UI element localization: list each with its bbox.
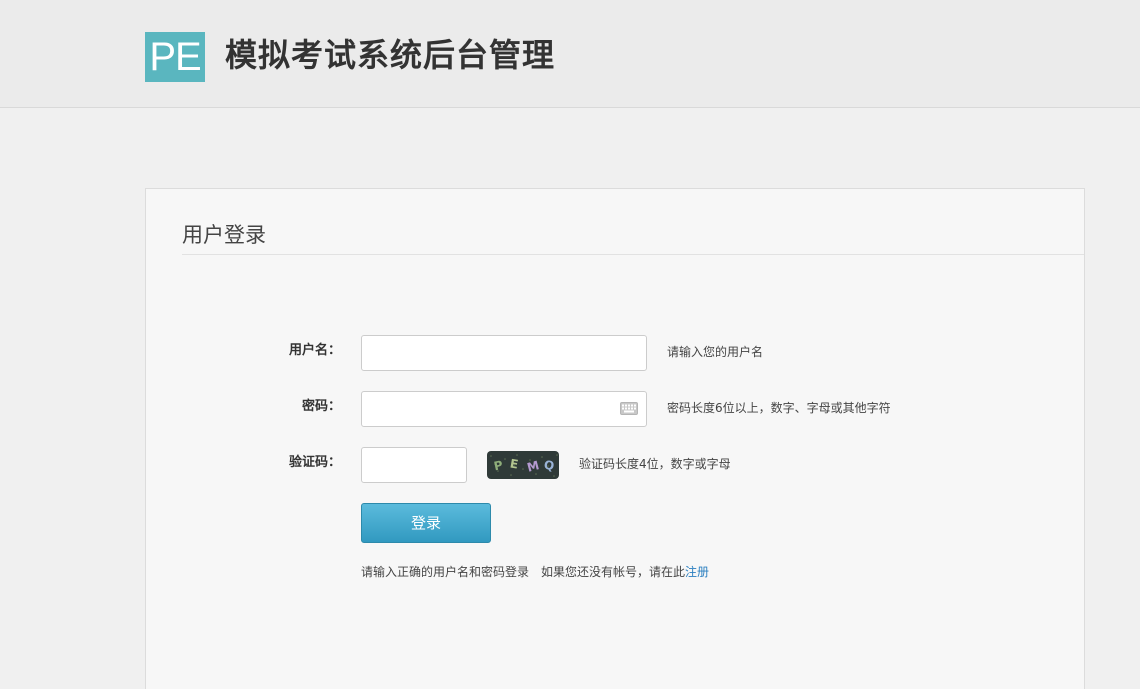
captcha-image[interactable]: P E M Q: [487, 451, 559, 479]
login-panel: 用户登录 用户名： 请输入您的用户名 密码： 密码长度6位以上，数字、字母或其他…: [145, 188, 1085, 689]
panel-title: 用户登录: [182, 223, 266, 247]
captcha-label: 验证码：: [288, 455, 341, 470]
site-logo: PE: [145, 32, 205, 82]
login-note-text: 请输入正确的用户名和密码登录: [361, 565, 530, 579]
panel-divider: [182, 254, 1084, 255]
register-prompt: 如果您还没有帐号，请在此: [541, 565, 686, 579]
password-hint: 密码长度6位以上，数字、字母或其他字符: [667, 401, 891, 415]
keyboard-icon[interactable]: [620, 402, 638, 415]
username-input[interactable]: [361, 335, 647, 371]
site-header: PE 模拟考试系统后台管理: [0, 0, 1140, 108]
register-link[interactable]: 注册: [685, 565, 709, 579]
site-title: 模拟考试系统后台管理: [225, 36, 556, 74]
captcha-input[interactable]: [361, 447, 467, 483]
username-hint: 请输入您的用户名: [667, 345, 764, 359]
login-button[interactable]: 登录: [361, 503, 491, 543]
captcha-hint: 验证码长度4位，数字或字母: [579, 457, 731, 471]
login-note: 请输入正确的用户名和密码登录 如果您还没有帐号，请在此注册: [361, 564, 709, 580]
username-label: 用户名：: [288, 343, 341, 358]
password-input[interactable]: [361, 391, 647, 427]
password-label: 密码：: [301, 399, 341, 414]
